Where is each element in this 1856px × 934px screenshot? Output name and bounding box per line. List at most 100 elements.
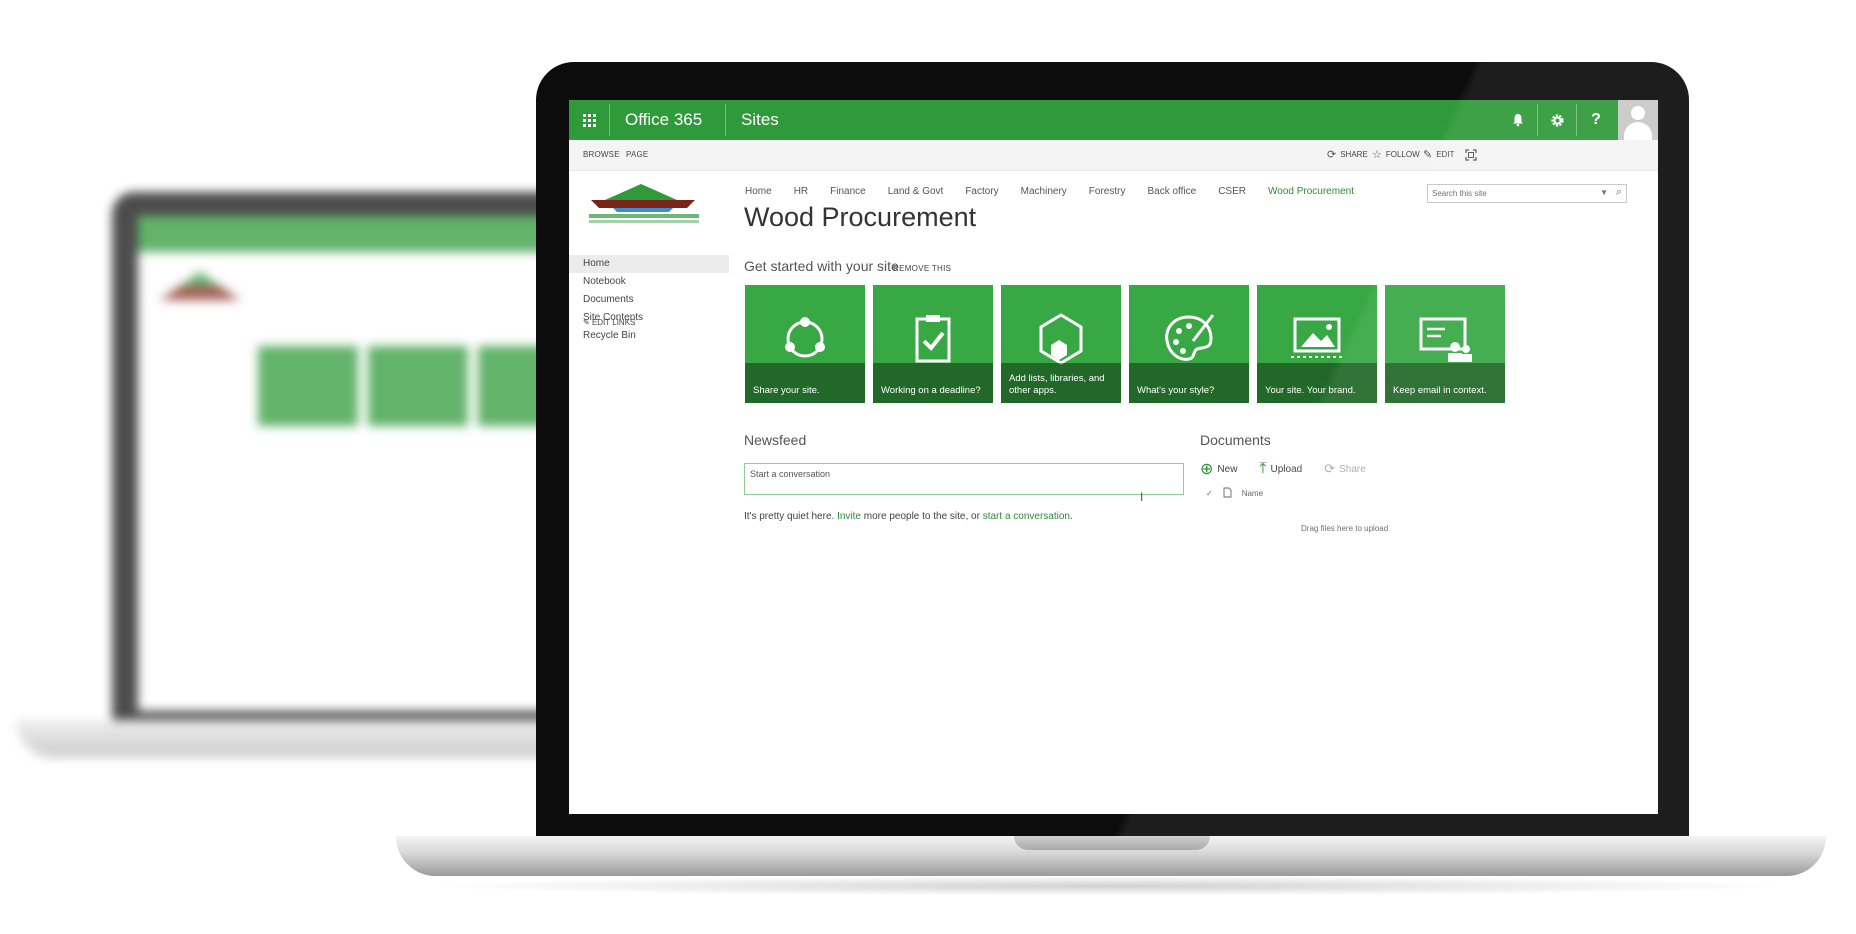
laptop-shadow [420, 876, 1800, 896]
site-logo[interactable] [583, 184, 703, 228]
tile-email[interactable]: Keep email in context. [1385, 285, 1505, 403]
drag-files-hint: Drag files here to upload [1301, 524, 1389, 533]
tile-label: Your site. Your brand. [1257, 363, 1377, 403]
nav-hr[interactable]: HR [794, 186, 808, 197]
share-icon: ⟳ [1327, 149, 1337, 161]
nav-land-govt[interactable]: Land & Govt [888, 186, 944, 197]
laptop-notch [1014, 836, 1210, 850]
remove-this-link[interactable]: REMOVE THIS [893, 264, 951, 273]
text-cursor-icon: I [1140, 490, 1144, 504]
picture-icon [1291, 317, 1343, 358]
tile-brand[interactable]: Your site. Your brand. [1257, 285, 1377, 403]
share-icon: ⟳ [1324, 461, 1336, 476]
edit-links-button[interactable]: ✎ EDIT LINKS [583, 318, 635, 327]
search-placeholder: Search this site [1432, 189, 1487, 198]
new-label: New [1217, 463, 1238, 475]
name-column-header[interactable]: Name [1242, 489, 1263, 498]
help-icon[interactable]: ? [1577, 100, 1615, 140]
tile-add-apps[interactable]: Add lists, libraries, and other apps. [1001, 285, 1121, 403]
pencil-icon: ✎ [1423, 149, 1433, 161]
newsfeed-title: Newsfeed [744, 432, 807, 448]
documents-header-row: ✓ Name [1206, 487, 1263, 500]
search-icon[interactable]: ⌕ [1616, 186, 1622, 199]
start-conversation-input[interactable]: Start a conversation [744, 463, 1184, 495]
share-document-button[interactable]: ⟳ Share [1324, 459, 1366, 479]
plus-circle-icon: ⊕ [1200, 461, 1214, 478]
avatar[interactable] [1618, 100, 1658, 140]
edit-label: EDIT [1436, 150, 1455, 159]
quiet-text-3: . [1069, 511, 1073, 522]
get-started-tiles: Share your site. Working on a deadline? … [745, 285, 1513, 403]
divider [609, 104, 610, 136]
edit-action[interactable]: ✎ EDIT [1423, 140, 1454, 170]
star-icon: ☆ [1372, 149, 1382, 161]
leftnav-item-home[interactable]: Home [569, 255, 729, 273]
background-tiles [258, 346, 578, 426]
edit-links-label: EDIT LINKS [591, 318, 636, 327]
top-nav: Home HR Finance Land & Govt Factory Mach… [745, 186, 1376, 197]
palette-icon [1165, 314, 1215, 361]
get-started-title: Get started with your site [744, 258, 899, 274]
leftnav-item-notebook[interactable]: Notebook [569, 273, 729, 291]
tile-label: Share your site. [745, 363, 865, 403]
chevron-down-icon[interactable]: ▼ [1600, 188, 1608, 197]
follow-action[interactable]: ☆ FOLLOW [1372, 140, 1420, 170]
nav-cser[interactable]: CSER [1218, 186, 1246, 197]
suite-bar: Office 365 Sites ? [569, 100, 1658, 140]
share-icon [785, 317, 825, 358]
divider [725, 104, 726, 136]
upload-icon: ⤒ [1259, 460, 1267, 477]
leftnav-item-documents[interactable]: Documents [569, 291, 729, 309]
quiet-text-2: more people to the site, or [860, 511, 983, 522]
apps-hexagon-icon [1039, 313, 1083, 365]
laptop-screen: Office 365 Sites ? BROWSE PAGE ⟳ SHARE ☆… [569, 100, 1658, 814]
pencil-icon: ✎ [583, 318, 590, 327]
invite-link[interactable]: Invite [837, 511, 861, 522]
upload-label: Upload [1270, 463, 1303, 475]
gear-icon[interactable] [1538, 100, 1576, 140]
background-tile [258, 346, 358, 426]
ribbon: BROWSE PAGE ⟳ SHARE ☆ FOLLOW ✎ EDIT [569, 140, 1658, 171]
search-input[interactable]: Search this site ▼ ⌕ [1427, 184, 1627, 203]
select-all-checkbox[interactable]: ✓ [1206, 489, 1213, 498]
tab-page[interactable]: PAGE [626, 140, 648, 170]
focus-content-icon[interactable] [1465, 140, 1477, 170]
office365-brand[interactable]: Office 365 [625, 100, 702, 140]
tile-style[interactable]: What's your style? [1129, 285, 1249, 403]
nav-back-office[interactable]: Back office [1147, 186, 1196, 197]
newsfeed-quiet-text: It's pretty quiet here. Invite more peop… [744, 511, 1073, 522]
tile-label: Add lists, libraries, and other apps. [1001, 363, 1121, 403]
upload-button[interactable]: ⤒ Upload [1259, 459, 1302, 479]
documents-title: Documents [1200, 432, 1271, 448]
tile-label: Working on a deadline? [873, 363, 993, 403]
nav-home[interactable]: Home [745, 186, 772, 197]
follow-label: FOLLOW [1385, 150, 1420, 159]
bell-icon[interactable] [1499, 100, 1537, 140]
email-people-icon [1419, 317, 1472, 362]
conversation-placeholder: Start a conversation [750, 469, 831, 479]
tab-browse[interactable]: BROWSE [583, 140, 620, 170]
background-logo [160, 272, 240, 300]
nav-wood-procurement[interactable]: Wood Procurement [1268, 186, 1354, 197]
sites-app-title[interactable]: Sites [741, 100, 779, 140]
background-tile [368, 346, 468, 426]
nav-finance[interactable]: Finance [830, 186, 866, 197]
nav-factory[interactable]: Factory [965, 186, 998, 197]
new-document-button[interactable]: ⊕ New [1200, 459, 1237, 479]
documents-toolbar: ⊕ New ⤒ Upload ⟳ Share [1200, 459, 1388, 479]
tile-share-site[interactable]: Share your site. [745, 285, 865, 403]
share-action[interactable]: ⟳ SHARE [1327, 140, 1368, 170]
quiet-text-1: It's pretty quiet here. [744, 511, 838, 522]
start-conversation-link[interactable]: start a conversation [983, 511, 1070, 522]
tile-label: Keep email in context. [1385, 363, 1505, 403]
tile-deadline[interactable]: Working on a deadline? [873, 285, 993, 403]
share-doc-label: Share [1339, 463, 1366, 475]
nav-machinery[interactable]: Machinery [1021, 186, 1067, 197]
clipboard-check-icon [915, 315, 951, 363]
share-label: SHARE [1340, 150, 1368, 159]
page-title: Wood Procurement [744, 202, 977, 232]
nav-forestry[interactable]: Forestry [1089, 186, 1126, 197]
file-type-icon [1223, 487, 1232, 500]
waffle-icon[interactable] [569, 100, 609, 140]
leftnav-item-recycle-bin[interactable]: Recycle Bin [569, 327, 729, 345]
